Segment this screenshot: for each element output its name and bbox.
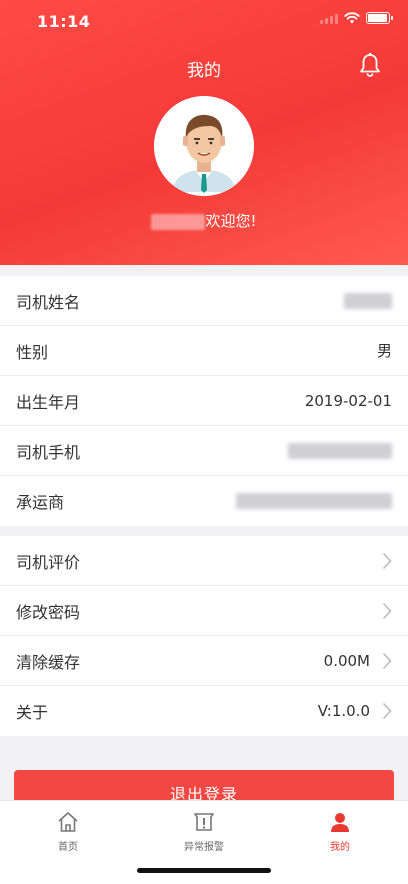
page-title: 我的 (187, 61, 221, 81)
wifi-icon (344, 12, 360, 24)
row-label: 性别 (16, 342, 49, 362)
info-row-birth-date: 出生年月 2019-02-01 (0, 376, 408, 426)
alarm-icon (194, 813, 214, 831)
menu-row-clear-cache[interactable]: 清除缓存 0.00M (0, 636, 408, 686)
status-icons (320, 12, 393, 24)
info-row-phone: 司机手机 (0, 426, 408, 476)
signal-icon (320, 12, 338, 24)
profile-header: 11:14 我的 欢迎您! (0, 0, 408, 265)
tab-label: 我的 (330, 842, 350, 853)
row-label: 司机手机 (16, 442, 81, 462)
driver-info-list: 司机姓名 性别 男 出生年月 2019-02-01 司机手机 承运商 (0, 276, 408, 526)
battery-icon (366, 12, 393, 24)
row-label: 司机姓名 (16, 292, 81, 312)
chevron-right-icon (382, 702, 392, 720)
redacted-value (288, 442, 392, 459)
cache-size: 0.00M (323, 651, 370, 670)
row-label: 出生年月 (16, 392, 81, 412)
profile-icon (331, 813, 349, 832)
row-label: 清除缓存 (16, 652, 81, 672)
row-label: 承运商 (16, 493, 65, 512)
tab-label: 首页 (58, 842, 78, 853)
settings-list: 司机评价 修改密码 清除缓存 0.00M 关于 V:1.0.0 (0, 536, 408, 736)
driver-avatar-icon (154, 96, 254, 196)
status-time: 11:14 (37, 12, 91, 31)
welcome-text: 欢迎您! (0, 210, 408, 231)
welcome-suffix: 欢迎您! (205, 212, 257, 230)
menu-row-about[interactable]: 关于 V:1.0.0 (0, 686, 408, 736)
home-icon (58, 812, 78, 832)
home-indicator (137, 868, 271, 873)
row-value: 2019-02-01 (304, 391, 392, 410)
row-label: 司机评价 (16, 552, 81, 572)
menu-row-driver-rating[interactable]: 司机评价 (0, 536, 408, 586)
row-value: 男 (376, 342, 392, 360)
info-row-carrier: 承运商 (0, 476, 408, 526)
info-row-driver-name: 司机姓名 (0, 276, 408, 326)
tab-profile[interactable]: 我的 (272, 801, 408, 884)
menu-row-change-password[interactable]: 修改密码 (0, 586, 408, 636)
row-label: 修改密码 (16, 602, 81, 622)
chevron-right-icon (382, 652, 392, 669)
redacted-value (236, 493, 392, 509)
app-version: V:1.0.0 (317, 702, 370, 720)
redacted-value (344, 292, 392, 309)
tab-label: 异常报警 (184, 842, 224, 853)
avatar[interactable] (154, 96, 254, 196)
bell-icon[interactable] (358, 52, 382, 78)
chevron-right-icon (382, 602, 392, 619)
driver-name-redacted (151, 213, 206, 230)
chevron-right-icon (382, 552, 392, 569)
row-label: 关于 (16, 703, 49, 722)
info-row-gender: 性别 男 (0, 326, 408, 376)
status-bar: 11:14 (0, 0, 408, 44)
tab-home[interactable]: 首页 (0, 801, 136, 884)
